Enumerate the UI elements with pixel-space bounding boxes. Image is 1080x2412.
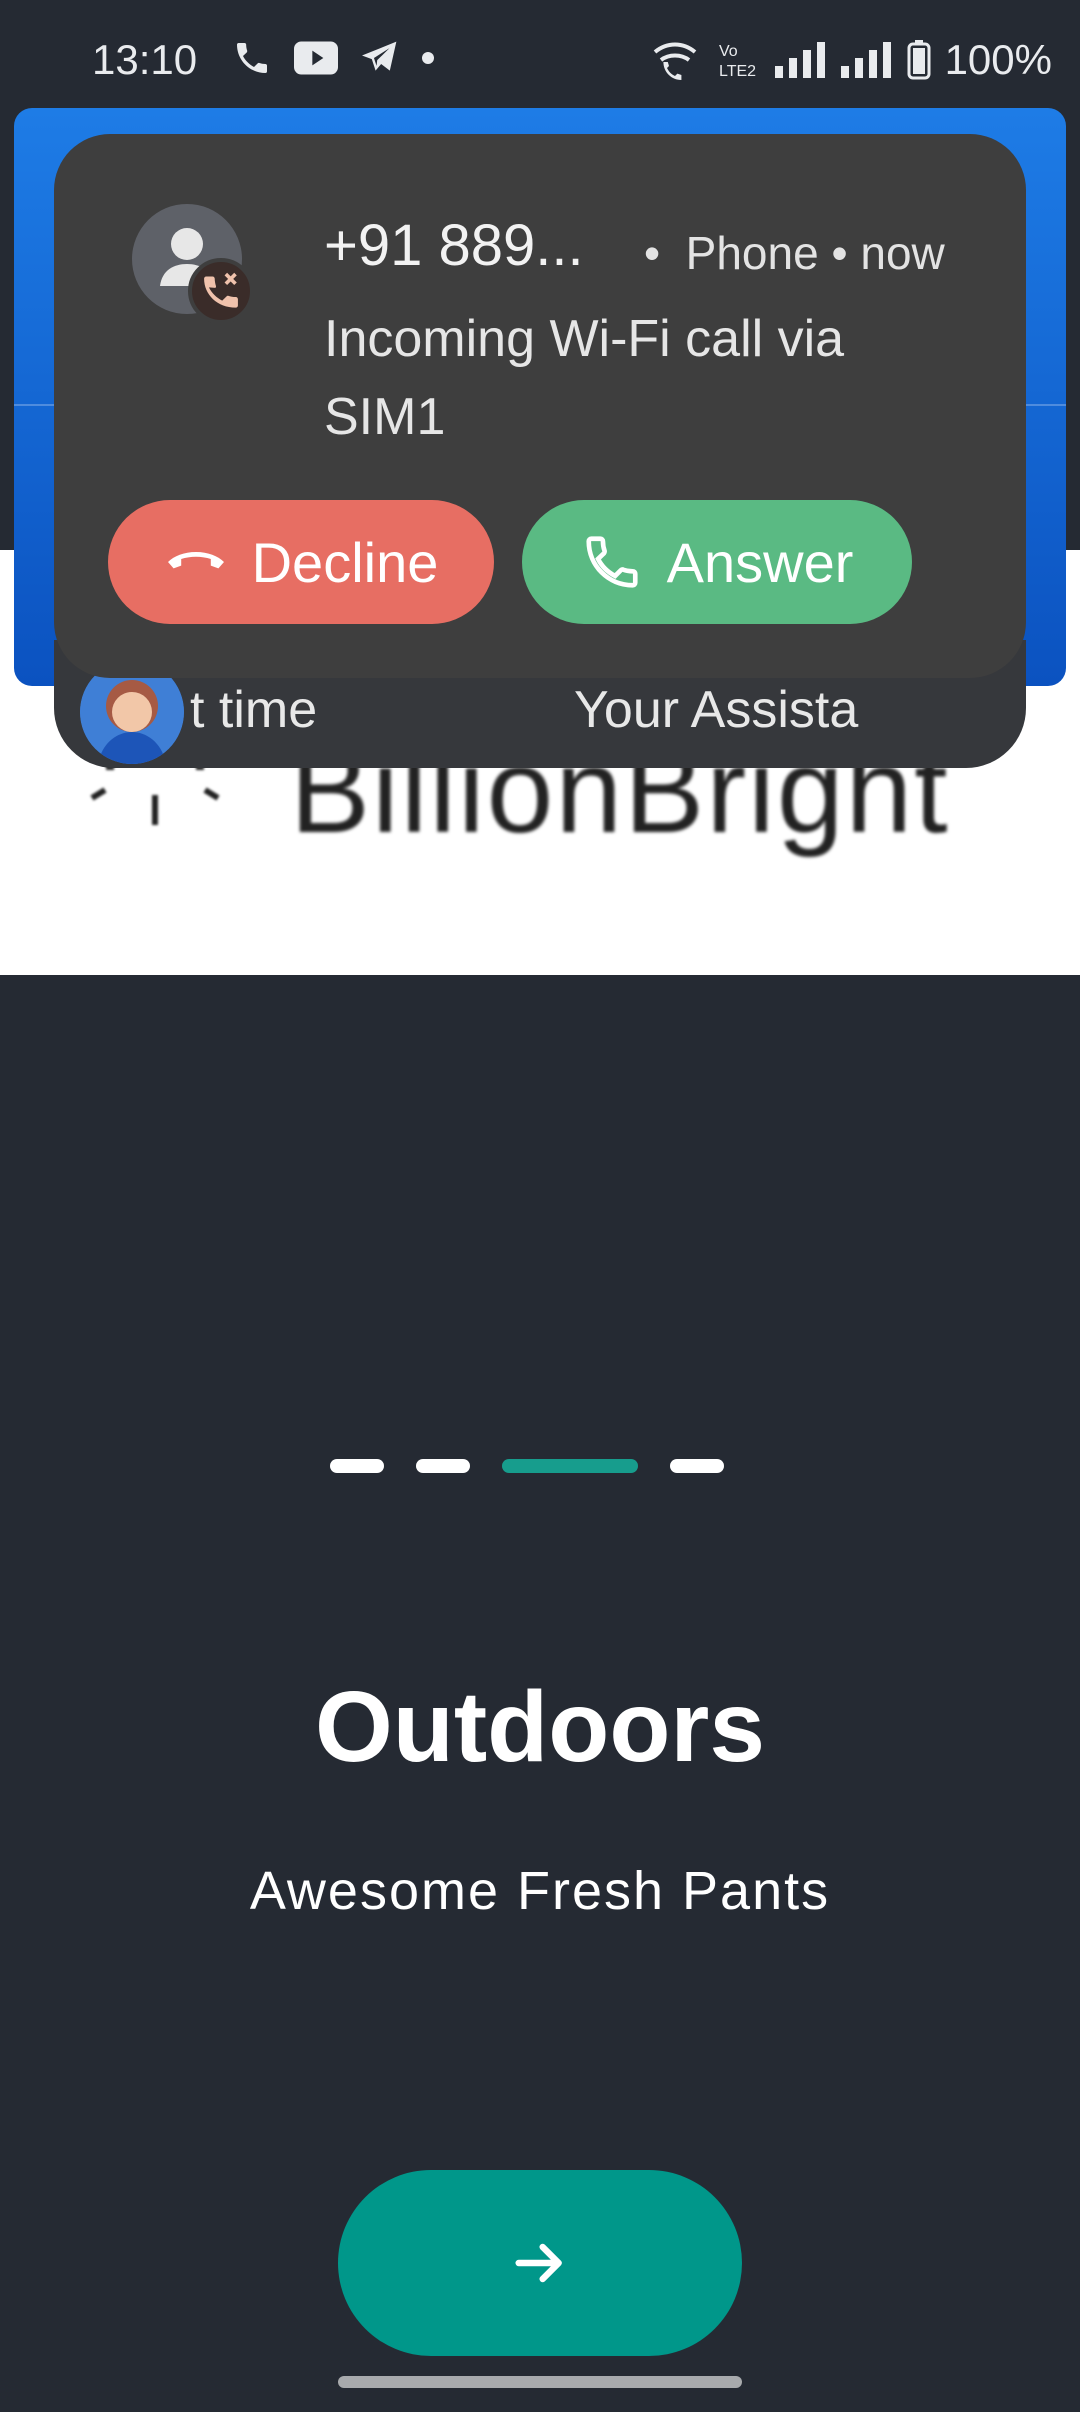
signal-icon — [840, 42, 891, 78]
incoming-call-notification[interactable]: +91 889... • Phone • now Incoming Wi-Fi … — [54, 134, 1026, 678]
notification-time: now — [860, 227, 945, 279]
meta-separator: • — [644, 227, 686, 279]
volte-icon: Vo LTE2 — [719, 43, 756, 80]
answer-button[interactable]: Answer — [522, 500, 912, 624]
wifi-call-icon — [237, 43, 267, 73]
decline-button[interactable]: Decline — [108, 500, 494, 624]
battery-percent: 100% — [944, 36, 1052, 83]
arrow-right-icon — [515, 2243, 562, 2283]
onboarding-title: Outdoors — [315, 1671, 765, 1783]
phone-icon — [586, 536, 638, 588]
hang-up-icon — [167, 552, 224, 569]
meta-separator: • — [818, 227, 861, 279]
svg-text:LTE2: LTE2 — [719, 63, 756, 80]
phone-badge-icon — [188, 258, 254, 324]
signal-icon — [774, 42, 825, 78]
status-left-icons — [232, 38, 434, 78]
home-gesture-bar[interactable] — [338, 2376, 742, 2388]
status-time: 13:10 — [92, 36, 198, 83]
page-dot-2[interactable] — [416, 1459, 470, 1473]
page-dot-3-active[interactable] — [502, 1459, 638, 1473]
notification-body: Incoming Wi-Fi call via SIM1 — [324, 310, 845, 446]
youtube-icon — [294, 41, 338, 75]
assistant-chip-left-text: t time — [190, 681, 318, 739]
dot-icon — [422, 52, 434, 64]
notification-app: Phone — [685, 227, 819, 279]
status-right-icons: Vo LTE2 100% — [651, 36, 1052, 84]
caller-number: +91 889... — [324, 213, 584, 278]
onboarding-subtitle: Awesome Fresh Pants — [249, 1861, 831, 1921]
answer-label: Answer — [666, 530, 854, 594]
next-button[interactable] — [338, 2170, 742, 2356]
telegram-icon — [362, 41, 397, 71]
assistant-chip-right-text: Your Assista — [574, 681, 859, 739]
notification-meta: • Phone • now — [644, 226, 945, 280]
page-indicator — [330, 1459, 724, 1473]
svg-text:Vo: Vo — [719, 43, 738, 60]
page-dot-1[interactable] — [330, 1459, 384, 1473]
wifi-calling-icon — [653, 42, 696, 80]
decline-label: Decline — [251, 530, 439, 594]
battery-icon — [907, 40, 931, 80]
page-dot-4[interactable] — [670, 1459, 724, 1473]
